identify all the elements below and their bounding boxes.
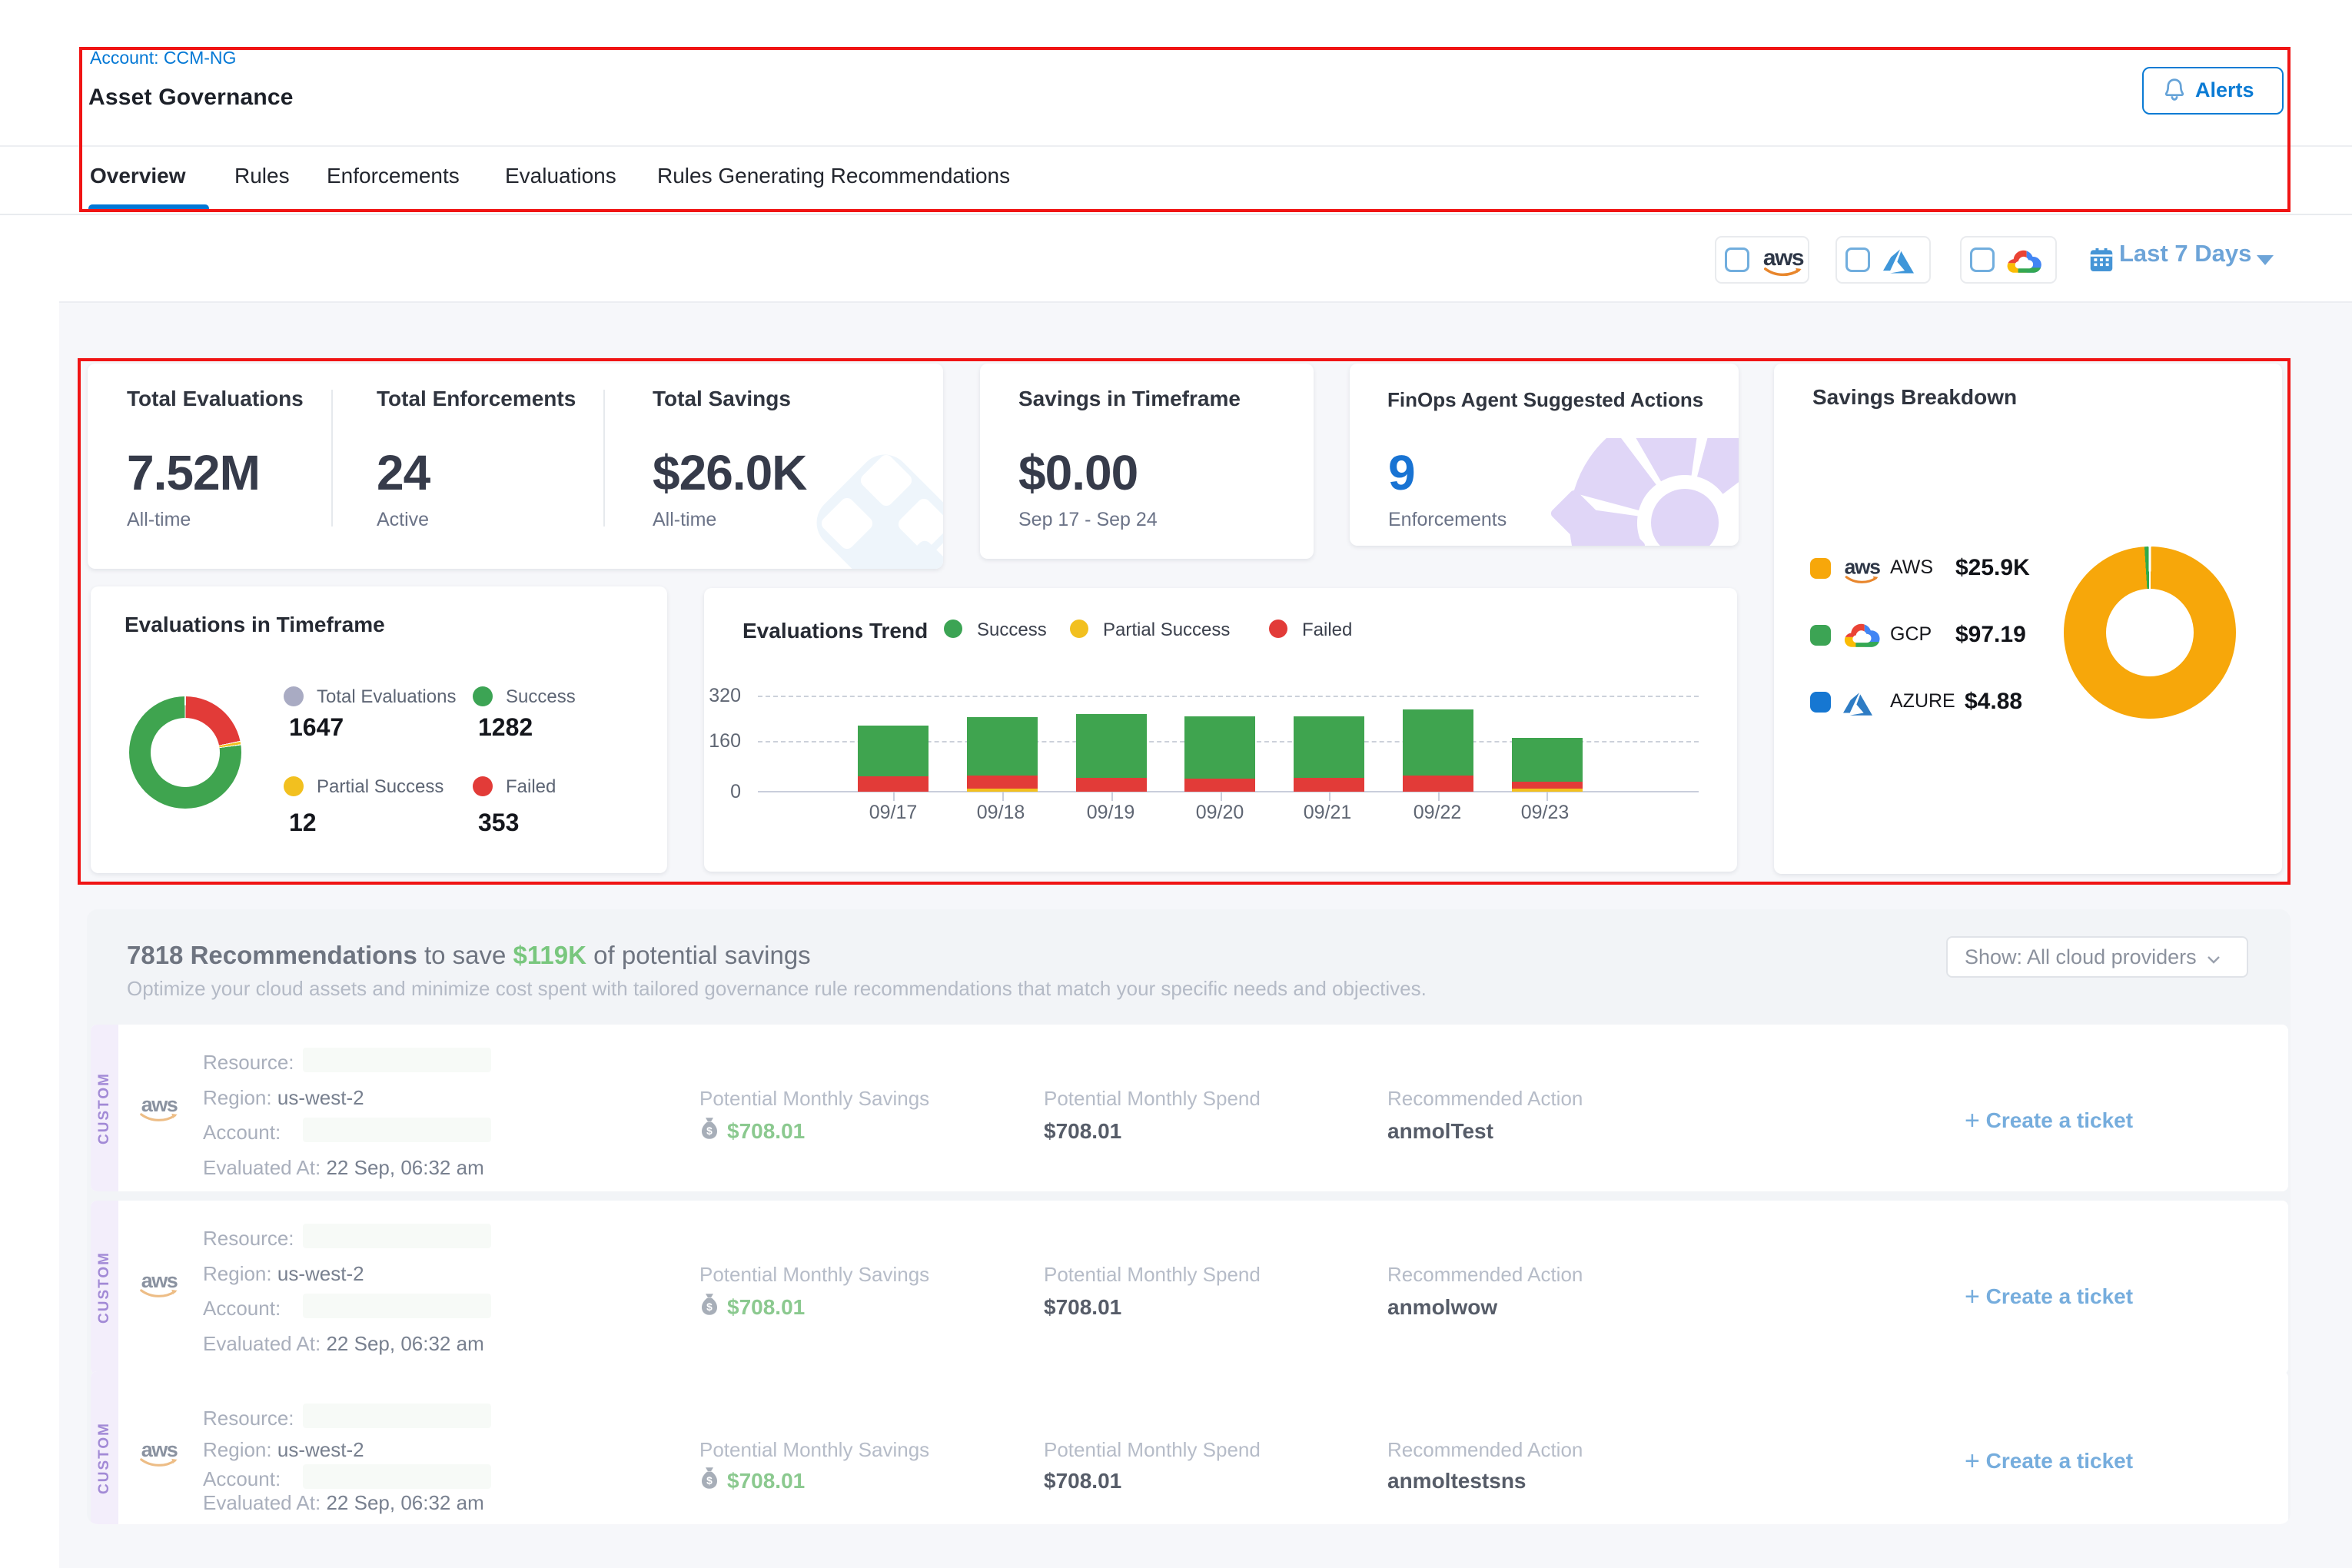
svg-text:$: $	[706, 1125, 713, 1137]
svg-text:$: $	[706, 1475, 713, 1487]
svg-text:$: $	[706, 1301, 713, 1313]
